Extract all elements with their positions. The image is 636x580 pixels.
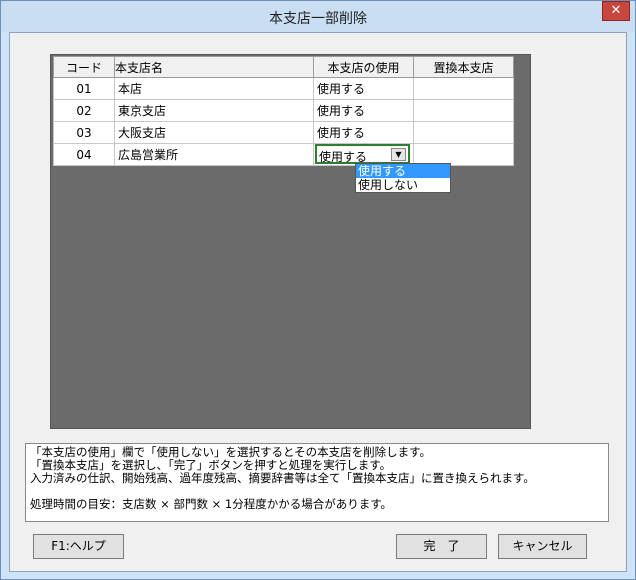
table-header-row: コード 本支店名 本支店の使用 置換本支店 xyxy=(53,56,514,78)
column-header-code: コード xyxy=(53,56,115,78)
branch-grid: コード 本支店名 本支店の使用 置換本支店 01 本店 使用する 02 東京支店… xyxy=(50,54,531,429)
cell-name[interactable]: 東京支店 xyxy=(114,99,314,122)
cell-name[interactable]: 広島営業所 xyxy=(114,143,314,166)
dropdown-option-use[interactable]: 使用する xyxy=(356,164,450,178)
cell-replace[interactable] xyxy=(413,77,514,100)
cell-use[interactable]: 使用する xyxy=(313,121,414,144)
cell-replace[interactable] xyxy=(413,121,514,144)
info-text-box: 「本支店の使用」欄で「使用しない」を選択するとその本支店を削除します。 「置換本… xyxy=(25,443,609,522)
table-row: 03 大阪支店 使用する xyxy=(53,121,514,144)
title-bar[interactable]: 本支店一部削除 ✕ xyxy=(1,1,635,32)
column-header-replace: 置換本支店 xyxy=(413,56,514,78)
cell-replace[interactable] xyxy=(413,99,514,122)
cell-use[interactable]: 使用する xyxy=(313,99,414,122)
cell-code[interactable]: 01 xyxy=(53,77,115,100)
window-title: 本支店一部削除 xyxy=(269,11,367,27)
cell-name[interactable]: 本店 xyxy=(114,77,314,100)
table-row: 01 本店 使用する xyxy=(53,77,514,100)
help-button[interactable]: F1:ヘルプ xyxy=(33,534,124,559)
chevron-down-icon[interactable]: ▼ xyxy=(391,148,406,161)
cell-code[interactable]: 04 xyxy=(53,143,115,166)
cell-code[interactable]: 03 xyxy=(53,121,115,144)
cancel-button[interactable]: キャンセル xyxy=(498,534,587,559)
dropdown-option-not-use[interactable]: 使用しない xyxy=(356,178,450,192)
column-header-use: 本支店の使用 xyxy=(313,56,414,78)
close-button[interactable]: ✕ xyxy=(602,1,630,21)
branch-table: コード 本支店名 本支店の使用 置換本支店 01 本店 使用する 02 東京支店… xyxy=(53,56,514,166)
use-combobox[interactable]: 使用する ▼ xyxy=(315,144,410,164)
cell-name[interactable]: 大阪支店 xyxy=(114,121,314,144)
info-line: 入力済みの仕訳、開始残高、過年度残高、摘要辞書等は全て「置換本支店」に置き換えら… xyxy=(30,471,535,485)
done-button[interactable]: 完 了 xyxy=(396,534,487,559)
dialog-window: 本支店一部削除 ✕ コード 本支店名 本支店の使用 置換本支店 01 本店 使用… xyxy=(0,0,636,580)
use-dropdown-list: 使用する 使用しない xyxy=(355,163,451,193)
table-row: 02 東京支店 使用する xyxy=(53,99,514,122)
dialog-body: コード 本支店名 本支店の使用 置換本支店 01 本店 使用する 02 東京支店… xyxy=(9,32,627,572)
column-header-name: 本支店名 xyxy=(114,56,314,78)
cell-use[interactable]: 使用する xyxy=(313,77,414,100)
info-line: 処理時間の目安：支店数 × 部門数 × 1分程度かかる場合があります。 xyxy=(30,497,393,511)
cell-code[interactable]: 02 xyxy=(53,99,115,122)
